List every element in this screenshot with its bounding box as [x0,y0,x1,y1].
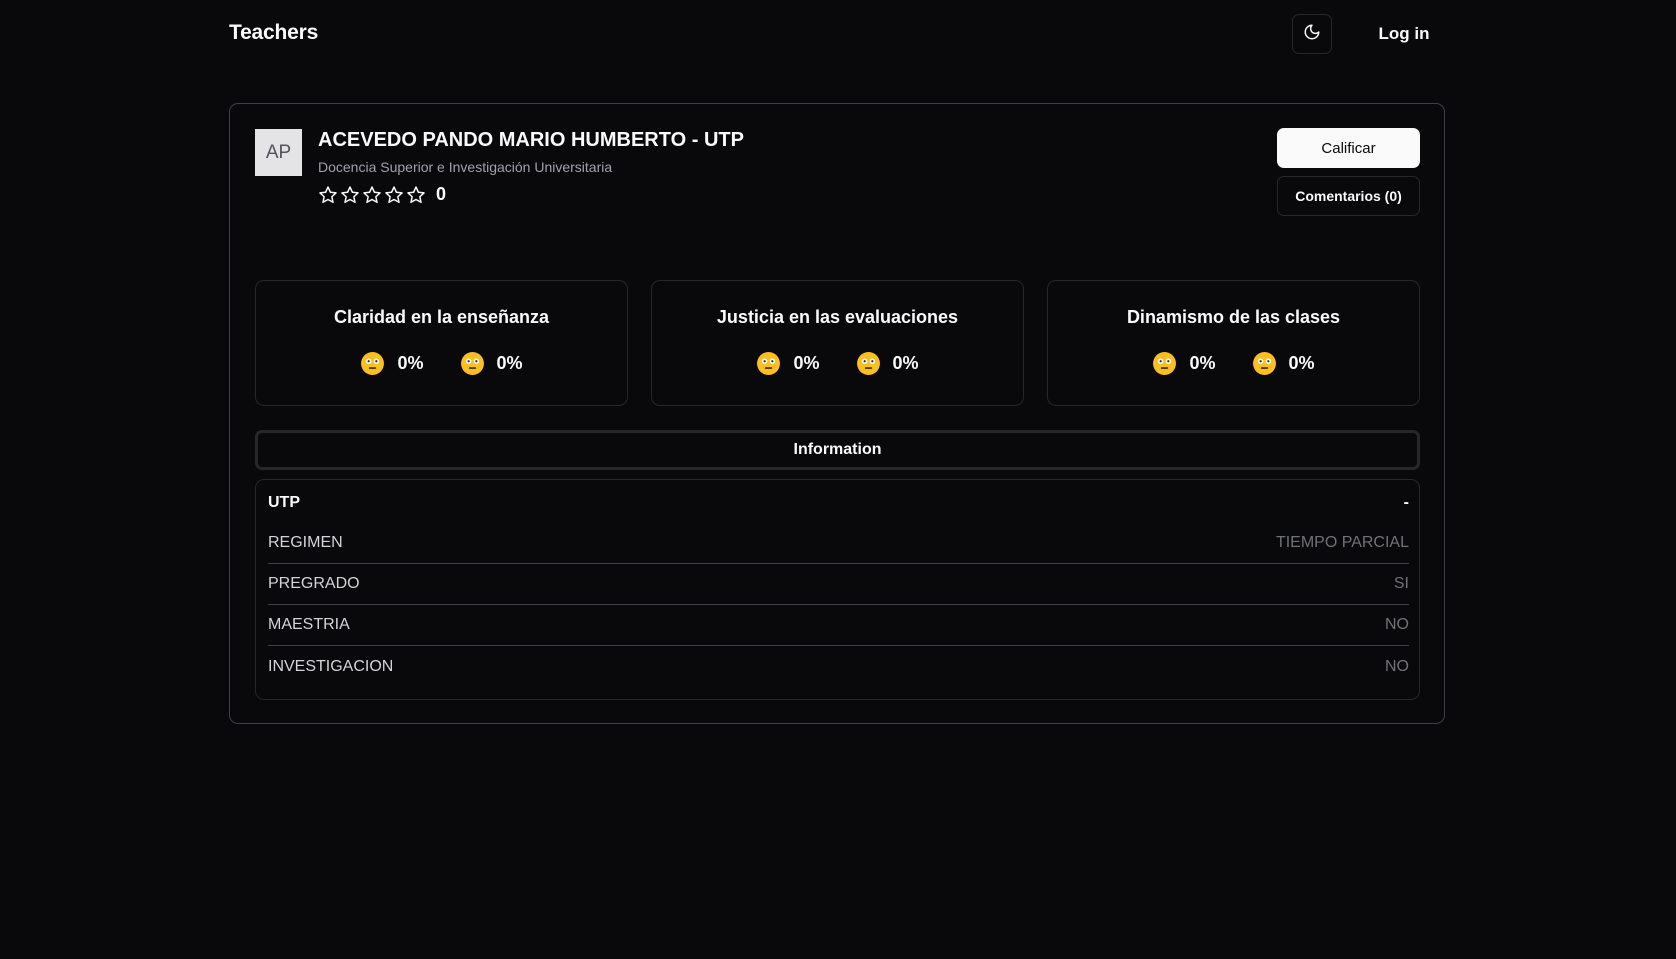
avatar: AP [255,129,302,176]
teacher-card: AP ACEVEDO PANDO MARIO HUMBERTO - UTP Do… [229,103,1445,724]
brand-title[interactable]: Teachers [229,21,318,45]
teacher-department: Docencia Superior e Investigación Univer… [318,159,613,175]
star-icon [318,185,338,205]
rate-button[interactable]: Calificar [1277,128,1420,168]
metric-value: 0% [1189,353,1216,373]
metric-title: Claridad en la enseñanza [333,307,550,327]
info-header-row: UTP - [268,494,1409,512]
metric-value: 0% [793,353,820,373]
teacher-name: ACEVEDO PANDO MARIO HUMBERTO - UTP [318,129,744,151]
comments-button[interactable]: Comentarios (0) [1277,176,1420,216]
info-label: PREGRADO [268,575,360,592]
login-button[interactable]: Log in [1366,14,1442,54]
neutral-face-icon [1252,351,1277,376]
metric-value: 0% [892,353,919,373]
metric-card-justicia: Justicia en las evaluaciones 0% 0% [651,280,1024,406]
star-rating: 0 [318,184,446,205]
info-row-maestria: MAESTRIA NO [268,605,1409,646]
top-nav: Teachers Log in [0,0,1676,68]
theme-toggle-button[interactable] [1292,14,1332,54]
metric-card-claridad: Claridad en la enseñanza 0% 0% [255,280,628,406]
neutral-face-icon [360,351,385,376]
tab-information[interactable]: Information [255,430,1420,470]
info-label: REGIMEN [268,534,343,551]
info-panel: UTP - REGIMEN TIEMPO PARCIAL PREGRADO SI… [255,479,1420,700]
info-header-value: - [1403,494,1409,511]
metric-title: Justicia en las evaluaciones [716,307,959,327]
info-row-pregrado: PREGRADO SI [268,564,1409,605]
neutral-face-icon [1152,351,1177,376]
info-value: NO [1385,616,1409,633]
neutral-face-icon [756,351,781,376]
metric-title: Dinamismo de las clases [1126,307,1341,327]
star-icon [362,185,382,205]
info-row-regimen: REGIMEN TIEMPO PARCIAL [268,523,1409,564]
metric-value: 0% [1288,353,1315,373]
neutral-face-icon [856,351,881,376]
metric-value: 0% [397,353,424,373]
info-header-label: UTP [268,494,300,511]
moon-icon [1303,23,1321,46]
info-value: SI [1393,575,1409,592]
metric-card-dinamismo: Dinamismo de las clases 0% 0% [1047,280,1420,406]
star-icon [384,185,404,205]
metric-value: 0% [496,353,523,373]
star-icon [340,185,360,205]
info-row-investigacion: INVESTIGACION NO [268,646,1409,687]
info-label: MAESTRIA [268,616,350,633]
info-value: NO [1385,657,1409,675]
rating-count: 0 [436,184,447,204]
neutral-face-icon [460,351,485,376]
star-icon [406,185,426,205]
info-label: INVESTIGACION [268,657,394,675]
info-value: TIEMPO PARCIAL [1275,534,1409,551]
